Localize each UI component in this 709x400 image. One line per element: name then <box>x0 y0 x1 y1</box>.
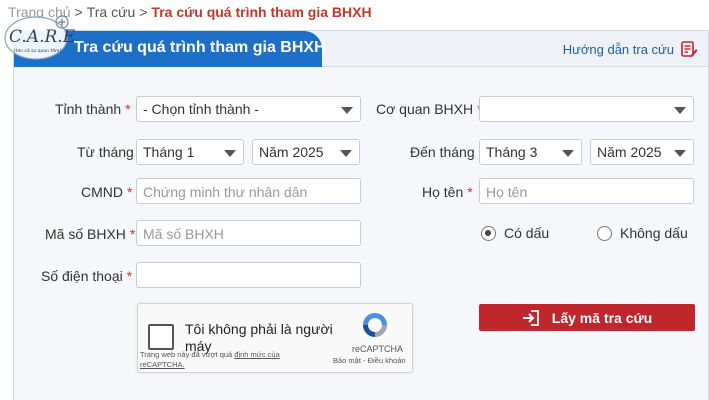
radio-with-accent-label: Có dấu <box>504 225 550 241</box>
phone-label: Số điện thoại * <box>41 268 133 284</box>
chevron-down-icon <box>674 150 686 157</box>
recaptcha-widget: Tôi không phải là người máy Trang web nà… <box>137 303 413 373</box>
from-label: Từ tháng <box>77 144 134 160</box>
id-card-placeholder: Chứng minh thư nhân dân <box>143 184 308 200</box>
to-label: Đến tháng <box>410 144 475 160</box>
guide-link[interactable]: Hướng dẫn tra cứu <box>563 40 698 58</box>
recaptcha-quota-link[interactable]: định mức của <box>234 350 279 359</box>
agency-select[interactable] <box>479 96 694 122</box>
breadcrumb-lookup[interactable]: Tra cứu <box>87 4 136 20</box>
chevron-down-icon <box>340 150 352 157</box>
chevron-down-icon <box>674 107 686 114</box>
radio-without-accent[interactable]: Không dấu <box>597 225 688 241</box>
fullname-label: Họ tên * <box>422 184 473 200</box>
to-year-select[interactable]: Năm 2025 <box>590 139 694 165</box>
guide-label: Hướng dẫn tra cứu <box>562 41 674 57</box>
from-month-value: Tháng 1 <box>143 144 195 160</box>
bhxh-code-label: Mã số BHXH * <box>45 226 136 242</box>
chevron-down-icon <box>562 150 574 157</box>
recaptcha-quota-note: Trang web này đã vượt quá định mức của r… <box>140 350 280 369</box>
get-lookup-code-button[interactable]: Lấy mã tra cứu <box>479 304 695 331</box>
radio-with-accent[interactable]: Có dấu <box>481 225 549 241</box>
id-card-input[interactable]: Chứng minh thư nhân dân <box>136 178 361 204</box>
radio-without-accent-label: Không dấu <box>620 225 688 241</box>
id-card-label: CMND * <box>81 184 133 200</box>
bhxh-code-input[interactable]: Mã số BHXH <box>136 220 361 246</box>
from-year-value: Năm 2025 <box>259 144 324 160</box>
province-label: Tỉnh thành * <box>55 101 131 117</box>
recaptcha-link[interactable]: reCAPTCHA. <box>140 360 185 369</box>
recaptcha-brand: reCAPTCHA <box>352 344 404 354</box>
from-year-select[interactable]: Năm 2025 <box>252 139 360 165</box>
chevron-down-icon <box>341 107 353 114</box>
recaptcha-privacy-terms[interactable]: Bảo mật - Điều khoản <box>333 356 406 365</box>
chevron-down-icon <box>224 150 236 157</box>
breadcrumb-separator: > <box>139 4 148 20</box>
radio-checked-icon <box>481 225 496 241</box>
province-value: - Chọn tỉnh thành - <box>143 101 259 117</box>
to-month-select[interactable]: Tháng 3 <box>479 139 582 165</box>
agency-label: Cơ quan BHXH* <box>376 101 483 117</box>
recaptcha-logo-icon <box>363 313 387 337</box>
sign-in-icon <box>522 309 539 326</box>
recaptcha-checkbox[interactable] <box>148 324 174 350</box>
to-year-value: Năm 2025 <box>597 144 662 160</box>
get-lookup-code-label: Lấy mã tra cứu <box>551 309 653 326</box>
bhxh-code-placeholder: Mã số BHXH <box>143 226 224 242</box>
panel-title: Tra cứu quá trình tham gia BHXH <box>74 39 326 56</box>
from-month-select[interactable]: Tháng 1 <box>136 139 244 165</box>
document-edit-icon <box>681 41 698 57</box>
care-logo: C.A.R.E Hơn cả sự quan tâm! <box>4 15 76 60</box>
breadcrumb-current: Tra cứu quá trình tham gia BHXH <box>151 4 372 20</box>
to-month-value: Tháng 3 <box>486 144 538 160</box>
svg-text:C.A.R.E: C.A.R.E <box>9 27 76 47</box>
radio-unchecked-icon <box>597 225 612 241</box>
svg-text:Hơn cả sự quan tâm!: Hơn cả sự quan tâm! <box>14 47 61 54</box>
province-select[interactable]: - Chọn tỉnh thành - <box>136 96 361 122</box>
phone-input[interactable] <box>136 262 361 288</box>
fullname-placeholder: Họ tên <box>486 184 528 200</box>
panel-header: Tra cứu quá trình tham gia BHXH Hướng dẫ… <box>14 31 708 67</box>
fullname-input[interactable]: Họ tên <box>479 178 694 204</box>
